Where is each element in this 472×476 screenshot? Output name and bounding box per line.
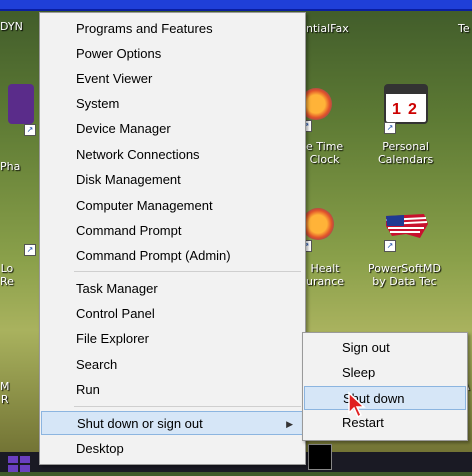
menu-item-control-panel[interactable]: Control Panel [41, 302, 304, 326]
menu-item-label: Shut down or sign out [77, 416, 203, 431]
shortcut-arrow-icon: ↗ [24, 244, 36, 256]
desktop-label-m[interactable]: M R [0, 380, 10, 406]
menu-item-network-connections[interactable]: Network Connections [41, 143, 304, 167]
menu-item-system[interactable]: System [41, 92, 304, 116]
menu-item-task-manager[interactable]: Task Manager [41, 277, 304, 301]
menu-item-shut-down-or-sign-out[interactable]: Shut down or sign out ▶ [41, 411, 304, 435]
shutdown-submenu: Sign out Sleep Shut down Restart [302, 332, 468, 441]
top-window-strip [0, 0, 472, 11]
desktop-label-dyn[interactable]: DYN [0, 20, 23, 33]
desktop-label-lo[interactable]: Lo Re [0, 262, 14, 288]
menu-item-file-explorer[interactable]: File Explorer [41, 327, 304, 351]
menu-item-command-prompt-admin[interactable]: Command Prompt (Admin) [41, 244, 304, 268]
mouse-pointer-icon [347, 391, 367, 419]
svg-text:1: 1 [392, 101, 401, 118]
strip-underline [0, 9, 472, 11]
menu-item-search[interactable]: Search [41, 353, 304, 377]
chevron-right-icon: ▶ [286, 419, 293, 429]
menu-item-command-prompt[interactable]: Command Prompt [41, 219, 304, 243]
desktop-label-fax[interactable]: ntialFax [306, 22, 349, 35]
desktop-label-powersoft[interactable]: PowerSoftMD by Data Tec [368, 262, 441, 288]
menu-item-programs-and-features[interactable]: Programs and Features [41, 17, 304, 41]
start-button[interactable] [8, 456, 30, 472]
menu-separator [74, 406, 301, 407]
submenu-item-sign-out[interactable]: Sign out [304, 336, 466, 360]
desktop-label-personal-calendars[interactable]: Personal Calendars [378, 140, 433, 166]
menu-item-power-options[interactable]: Power Options [41, 42, 304, 66]
shortcut-arrow-icon: ↗ [384, 122, 396, 134]
menu-item-desktop[interactable]: Desktop [41, 437, 304, 461]
desktop-label-health[interactable]: Healt urance [306, 262, 344, 288]
pharmacy-icon[interactable] [8, 84, 34, 124]
shortcut-arrow-icon: ↗ [24, 124, 36, 136]
svg-text:2: 2 [408, 101, 417, 118]
desktop-label-pha[interactable]: Pha [0, 160, 20, 173]
calendar-icon[interactable]: 12 [384, 84, 428, 124]
menu-item-disk-management[interactable]: Disk Management [41, 168, 304, 192]
desktop-label-te[interactable]: Te [458, 22, 470, 35]
submenu-item-shut-down[interactable]: Shut down [304, 386, 466, 410]
menu-item-device-manager[interactable]: Device Manager [41, 117, 304, 141]
shortcut-arrow-icon: ↗ [384, 240, 396, 252]
winx-menu: Programs and Features Power Options Even… [39, 12, 306, 465]
cmd-taskbar-icon[interactable] [308, 444, 332, 470]
menu-item-event-viewer[interactable]: Event Viewer [41, 67, 304, 91]
menu-separator [74, 271, 301, 272]
menu-item-run[interactable]: Run [41, 378, 304, 402]
submenu-item-restart[interactable]: Restart [304, 411, 466, 435]
desktop-label-time-clock[interactable]: e Time Clock [306, 140, 343, 166]
submenu-item-sleep[interactable]: Sleep [304, 361, 466, 385]
menu-item-computer-management[interactable]: Computer Management [41, 194, 304, 218]
usa-map-icon[interactable] [384, 210, 430, 242]
firefox-icon-2[interactable] [302, 208, 334, 240]
